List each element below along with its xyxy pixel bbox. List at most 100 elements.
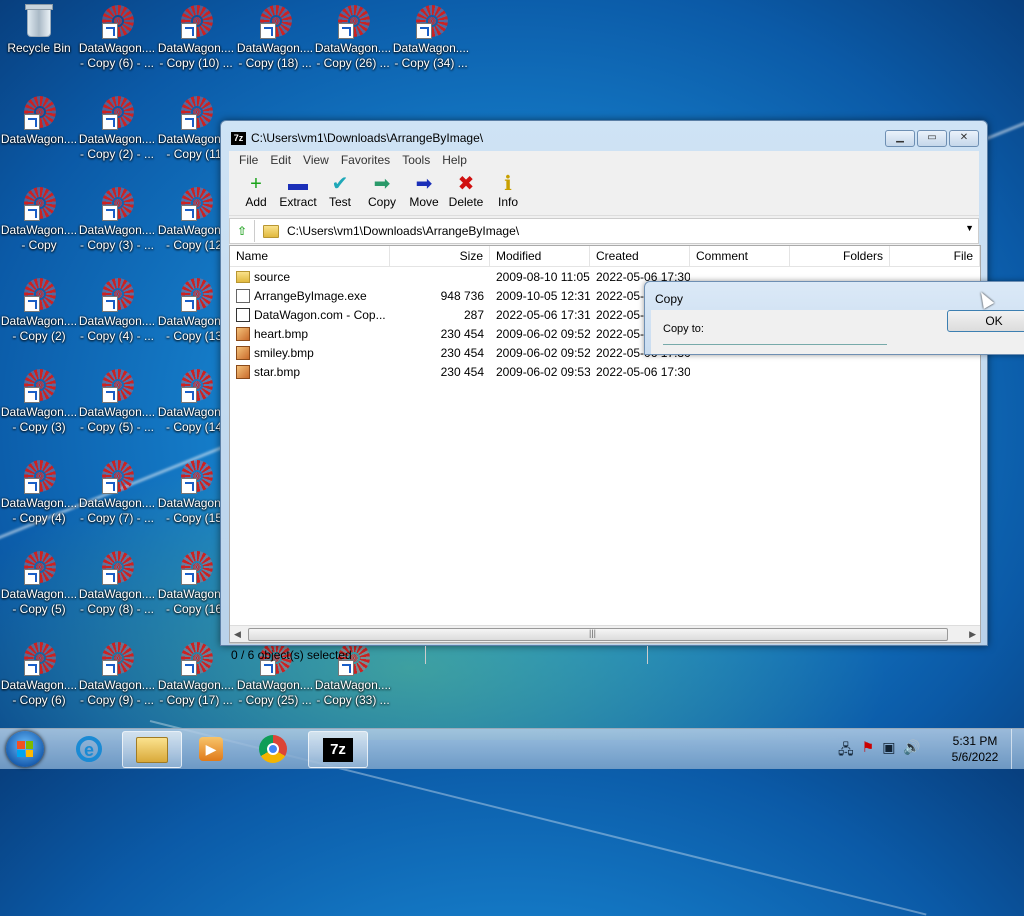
test-button[interactable]: ✔ Test — [319, 169, 361, 215]
menu-item-tools[interactable]: Tools — [396, 151, 436, 169]
shortcut-arrow-icon — [24, 660, 40, 676]
column-header-size[interactable]: Size — [390, 246, 490, 266]
start-button[interactable] — [6, 731, 44, 767]
taskbar-7zip[interactable]: 7z — [308, 731, 368, 768]
datawagon-shortcut-desktop-icon[interactable]: DataWagon.... - Copy (17) ... — [157, 642, 235, 708]
bmp-file-icon — [236, 345, 250, 360]
datawagon-icon — [179, 551, 213, 585]
file-created-cell: 2022-05-06 17:30 — [596, 364, 690, 379]
datawagon-shortcut-desktop-icon[interactable]: DataWagon.... - Copy (8) - ... — [78, 551, 156, 617]
scroll-left-icon[interactable]: ◀ — [234, 629, 241, 640]
address-bar[interactable]: ⇧ C:\Users\vm1\Downloads\ArrangeByImage\… — [229, 218, 979, 244]
taskbar: e ▶ 7z 🖧 ⚑ ▣ 🔊 5:31 PM 5/6/2022 — [0, 728, 1024, 769]
toolbar-button-label: Move — [409, 195, 439, 209]
datawagon-icon — [179, 460, 213, 494]
datawagon-shortcut-desktop-icon[interactable]: DataWagon.... - Copy (7) - ... — [78, 460, 156, 526]
copy-button[interactable]: ➡ Copy — [361, 169, 403, 215]
datawagon-shortcut-desktop-icon[interactable]: DataWagon.... - Copy — [0, 187, 78, 253]
shortcut-arrow-icon — [24, 205, 40, 221]
datawagon-shortcut-desktop-icon[interactable]: DataWagon.... - Copy (4) - ... — [78, 278, 156, 344]
taskbar-file-explorer[interactable] — [122, 731, 182, 768]
scroll-thumb[interactable]: ||| — [248, 628, 948, 641]
menu-item-edit[interactable]: Edit — [264, 151, 297, 169]
datawagon-shortcut-desktop-icon[interactable]: DataWagon.... — [0, 96, 78, 147]
delete-button[interactable]: ✖ Delete — [445, 169, 487, 215]
maximize-button[interactable]: ▭ — [917, 130, 947, 147]
shortcut-arrow-icon — [24, 387, 40, 403]
monitor-icon[interactable]: ▣ — [882, 739, 895, 763]
toolbar-button-label: Copy — [367, 195, 396, 209]
column-header-file[interactable]: File — [890, 246, 980, 266]
menu-item-help[interactable]: Help — [436, 151, 473, 169]
file-name-cell: smiley.bmp — [230, 345, 390, 360]
datawagon-shortcut-desktop-icon[interactable]: DataWagon.... - Copy (10) ... — [157, 5, 235, 71]
shortcut-arrow-icon — [181, 114, 197, 130]
media-player-icon: ▶ — [199, 736, 223, 761]
clock[interactable]: 5:31 PM 5/6/2022 — [940, 733, 1010, 765]
taskbar-media-player[interactable]: ▶ — [182, 731, 240, 766]
sevenzip-app-icon: 7z — [231, 132, 246, 145]
sevenzip-window[interactable]: 7z C:\Users\vm1\Downloads\ArrangeByImage… — [220, 120, 988, 664]
horizontal-scrollbar[interactable]: ◀ ||| ▶ — [230, 625, 980, 642]
column-header-modified[interactable]: Modified — [490, 246, 590, 266]
menu-item-view[interactable]: View — [297, 151, 335, 169]
datawagon-shortcut-desktop-icon[interactable]: DataWagon.... - Copy (5) - ... — [78, 369, 156, 435]
up-folder-button[interactable]: ⇧ — [230, 220, 255, 242]
dialog-body: Copy to: OK — [651, 310, 1024, 354]
file-modified-cell: 2009-08-10 11:05 — [496, 269, 590, 284]
delete-icon: ✖ — [457, 173, 475, 195]
network-icon[interactable]: 🖧 — [838, 739, 854, 763]
volume-icon[interactable]: 🔊 — [903, 739, 920, 763]
column-header-folders[interactable]: Folders — [790, 246, 890, 266]
desktop-icon-label: DataWagon.... — [0, 496, 78, 510]
title-bar[interactable]: 7z C:\Users\vm1\Downloads\ArrangeByImage… — [221, 121, 987, 151]
desktop-icon-label: DataWagon.... — [78, 41, 156, 55]
desktop-icon-label: DataWagon.... — [78, 405, 156, 419]
file-row[interactable]: star.bmp 230 454 2009-06-02 09:53 2022-05-0… — [230, 362, 980, 381]
scroll-right-icon[interactable]: ▶ — [969, 629, 976, 640]
datawagon-shortcut-desktop-icon[interactable]: DataWagon.... - Copy (3) - ... — [78, 187, 156, 253]
datawagon-shortcut-desktop-icon[interactable]: DataWagon.... - Copy (2) — [0, 278, 78, 344]
flag-icon[interactable]: ⚑ — [862, 739, 875, 763]
datawagon-shortcut-desktop-icon[interactable]: DataWagon.... - Copy (6) - ... — [78, 5, 156, 71]
datawagon-shortcut-desktop-icon[interactable]: DataWagon.... - Copy (2) - ... — [78, 96, 156, 162]
column-header-name[interactable]: Name — [230, 246, 390, 266]
move-icon: ➡ — [415, 173, 433, 195]
shortcut-arrow-icon — [102, 205, 118, 221]
datawagon-shortcut-desktop-icon[interactable]: DataWagon.... - Copy (6) — [0, 642, 78, 708]
recycle-bin-desktop-icon[interactable]: Recycle Bin — [0, 4, 78, 56]
taskbar-internet-explorer[interactable]: e — [60, 731, 118, 766]
address-path[interactable]: C:\Users\vm1\Downloads\ArrangeByImage\ — [287, 224, 519, 238]
shortcut-arrow-icon — [181, 23, 197, 39]
extract-button[interactable]: ▬ Extract — [277, 169, 319, 215]
datawagon-shortcut-desktop-icon[interactable]: DataWagon.... - Copy (9) - ... — [78, 642, 156, 708]
desktop-icon-label: - Copy (17) ... — [159, 693, 233, 707]
info-button[interactable]: ℹ Info — [487, 169, 529, 215]
datawagon-shortcut-desktop-icon[interactable]: DataWagon.... - Copy (34) ... — [392, 5, 470, 71]
add-button[interactable]: + Add — [235, 169, 277, 215]
column-header-comment[interactable]: Comment — [690, 246, 790, 266]
close-button[interactable]: ✕ — [949, 130, 979, 147]
shortcut-arrow-icon — [416, 23, 432, 39]
copy-dialog[interactable]: Copy Copy to: OK — [644, 281, 1024, 355]
file-size-cell: 948 736 — [440, 288, 484, 303]
desktop-icon-label: - Copy (3) - ... — [79, 238, 154, 252]
show-desktop-button[interactable] — [1011, 729, 1024, 769]
datawagon-icon — [100, 96, 134, 130]
datawagon-shortcut-desktop-icon[interactable]: DataWagon.... - Copy (26) ... — [314, 5, 392, 71]
menu-item-file[interactable]: File — [233, 151, 264, 169]
datawagon-shortcut-desktop-icon[interactable]: DataWagon.... - Copy (5) — [0, 551, 78, 617]
file-name: smiley.bmp — [254, 345, 314, 360]
move-button[interactable]: ➡ Move — [403, 169, 445, 215]
datawagon-shortcut-desktop-icon[interactable]: DataWagon.... - Copy (3) — [0, 369, 78, 435]
minimize-button[interactable]: ▁ — [885, 130, 915, 147]
folder-icon — [236, 270, 250, 283]
chevron-down-icon[interactable]: ▼ — [965, 223, 974, 233]
ok-button[interactable]: OK — [947, 310, 1024, 332]
copy-to-input[interactable] — [663, 344, 887, 349]
datawagon-shortcut-desktop-icon[interactable]: DataWagon.... - Copy (18) ... — [236, 5, 314, 71]
datawagon-shortcut-desktop-icon[interactable]: DataWagon.... - Copy (4) — [0, 460, 78, 526]
menu-item-favorites[interactable]: Favorites — [335, 151, 396, 169]
taskbar-chrome[interactable] — [244, 731, 302, 766]
column-header-created[interactable]: Created — [590, 246, 690, 266]
